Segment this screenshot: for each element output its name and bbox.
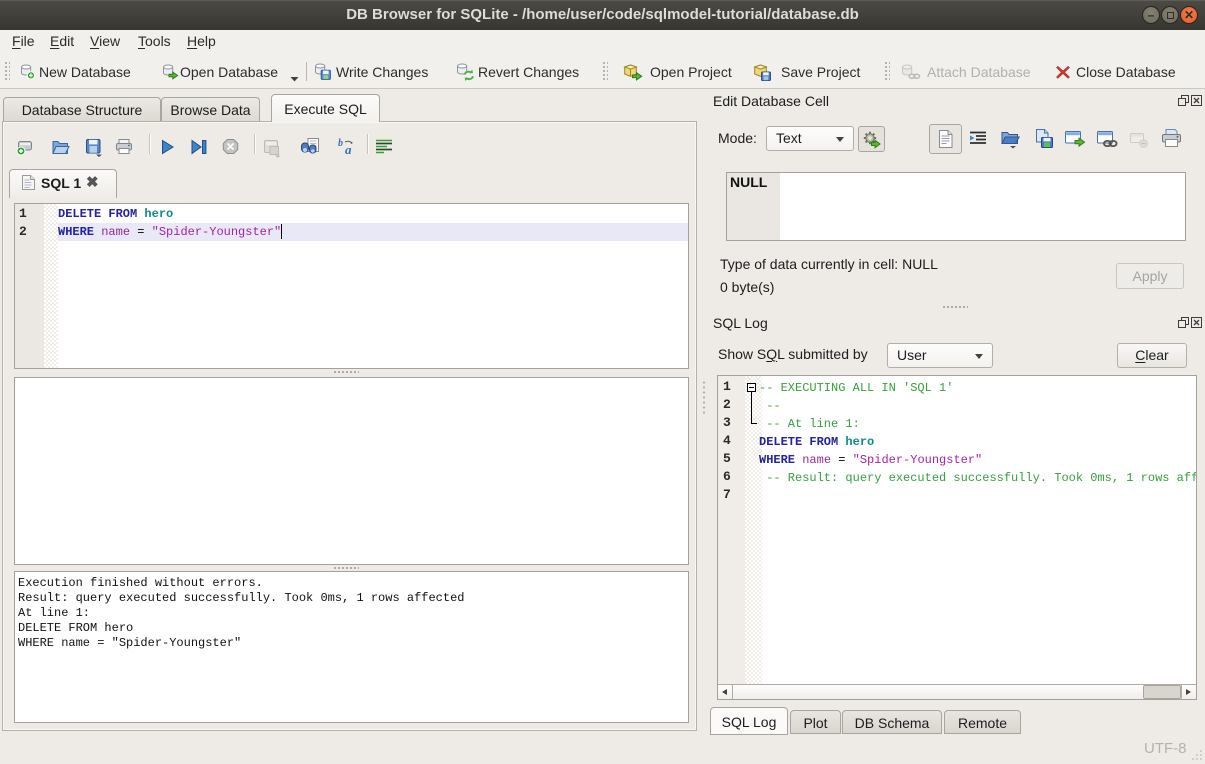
svg-text:b: b: [338, 138, 343, 149]
svg-text:a: a: [345, 142, 352, 156]
